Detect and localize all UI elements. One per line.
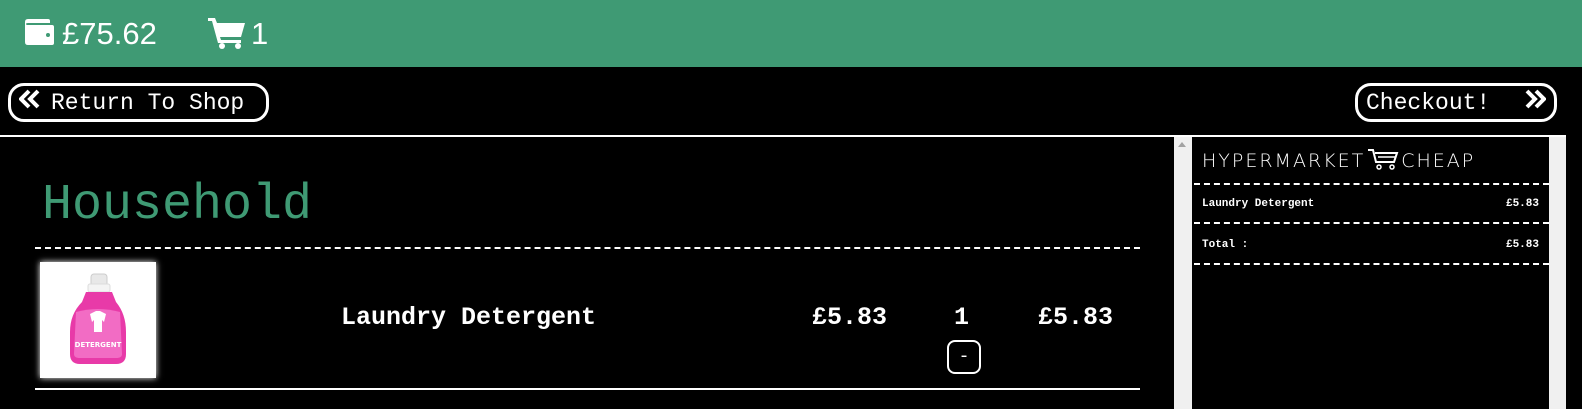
shopping-cart-icon	[207, 15, 247, 54]
store-logo: HYPERMARKET CHEAP	[1202, 147, 1475, 175]
checkout-button[interactable]: Checkout!	[1355, 83, 1557, 122]
receipt-total-line: Total : £5.83	[1202, 238, 1539, 252]
scroll-up-arrow-icon[interactable]	[1178, 142, 1186, 147]
double-chevron-left-icon	[18, 89, 41, 116]
receipt-total-amount: £5.83	[1505, 239, 1539, 251]
decrease-quantity-button[interactable]: -	[947, 340, 981, 374]
cart-count: 1	[251, 16, 269, 51]
item-unit-price: £5.83	[812, 303, 888, 332]
page-right-edge	[1566, 67, 1582, 409]
item-line-total: £5.83	[1038, 303, 1114, 332]
item-quantity: 1	[954, 303, 970, 332]
checkout-label: Checkout!	[1366, 89, 1491, 116]
product-image-label: DETERGENT	[75, 341, 122, 349]
receipt-divider	[1194, 222, 1549, 224]
receipt-panel: HYPERMARKET CHEAP Laundry Detergent £5.8…	[1192, 137, 1549, 409]
top-bar: £75.62 1	[0, 0, 1582, 67]
receipt-scrollbar[interactable]	[1174, 137, 1192, 409]
logo-text-right: CHEAP	[1401, 150, 1476, 172]
item-name: Laundry Detergent	[341, 303, 597, 332]
product-image: DETERGENT	[40, 262, 156, 378]
item-divider	[35, 388, 1140, 390]
wallet-icon	[22, 17, 56, 52]
logo-text-left: HYPERMARKET	[1202, 150, 1366, 172]
double-chevron-right-icon	[1524, 89, 1547, 116]
category-divider	[35, 247, 1140, 249]
receipt-divider	[1194, 183, 1549, 185]
return-to-shop-label: Return To Shop	[51, 89, 245, 116]
receipt-divider	[1194, 263, 1549, 265]
wallet-balance: £75.62	[22, 14, 157, 54]
logo-cart-icon	[1365, 147, 1401, 176]
receipt-total-label: Total :	[1202, 239, 1249, 251]
cart-indicator[interactable]: 1	[207, 14, 268, 54]
return-to-shop-button[interactable]: Return To Shop	[8, 83, 269, 122]
detergent-bottle-icon: DETERGENT	[40, 273, 156, 382]
receipt-line-amount: £5.83	[1505, 198, 1539, 210]
receipt-line-label: Laundry Detergent	[1202, 198, 1315, 210]
category-title: Household	[42, 177, 313, 234]
wallet-amount: £75.62	[62, 16, 157, 51]
receipt-line: Laundry Detergent £5.83	[1202, 197, 1539, 211]
